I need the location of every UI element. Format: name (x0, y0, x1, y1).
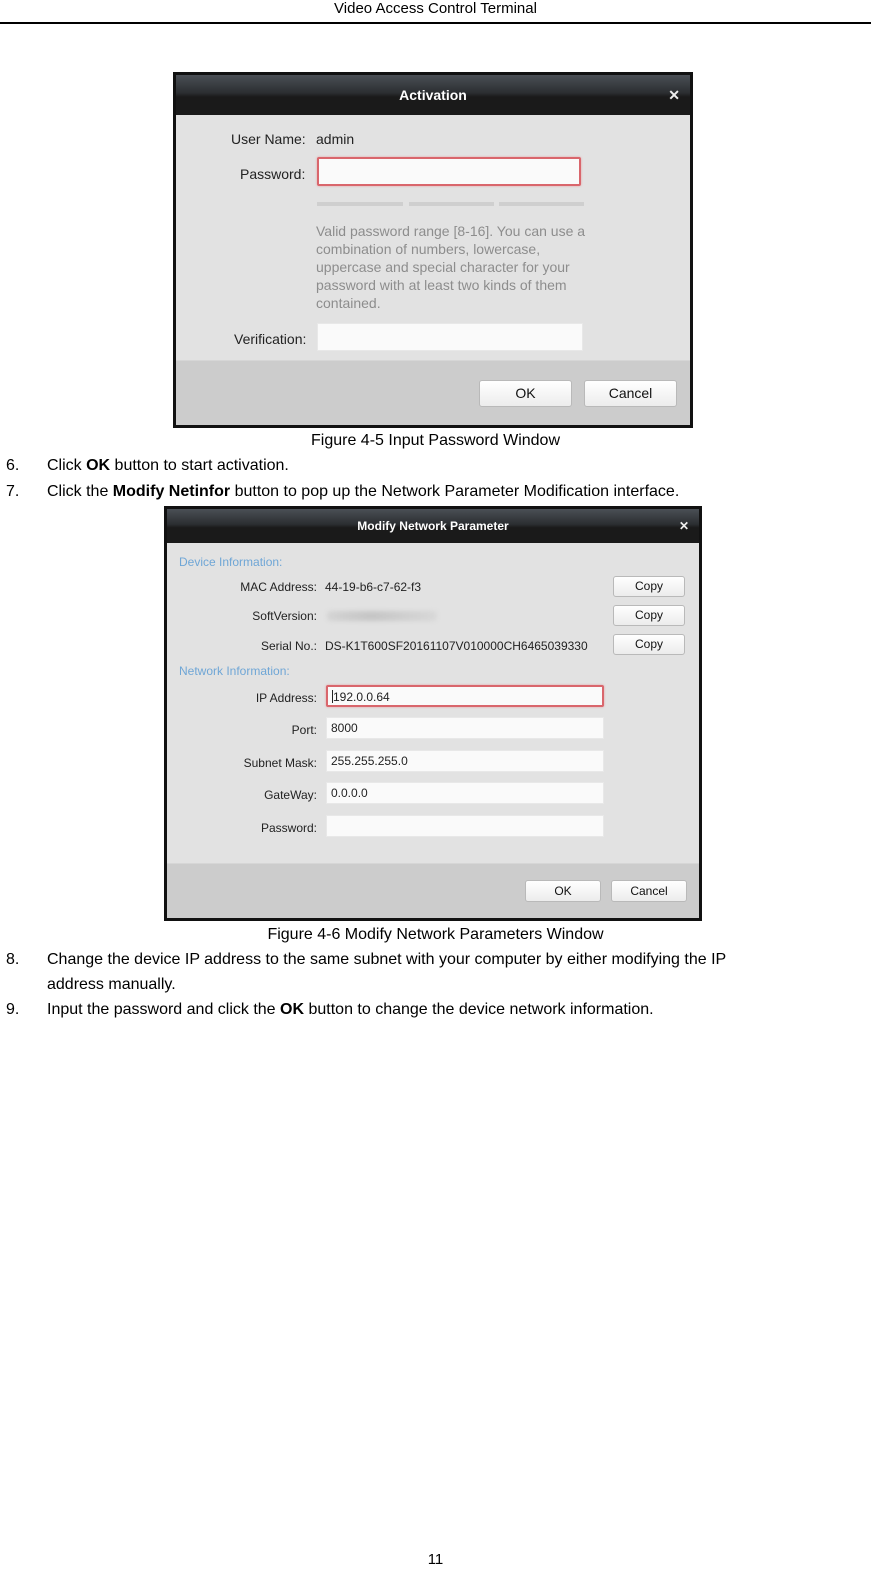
subnet-mask-input[interactable]: 255.255.255.0 (326, 750, 604, 772)
verification-input[interactable] (317, 323, 583, 351)
password-input[interactable] (317, 157, 581, 186)
step-number: 7. (6, 483, 20, 500)
dialog-title: Activation (399, 87, 467, 103)
ok-button[interactable]: OK (525, 880, 601, 902)
page-number: 11 (427, 1551, 444, 1568)
page-header: Video Access Control Terminal (0, 0, 871, 24)
serial-no-label: Serial No.: (260, 639, 317, 653)
document-title: Video Access Control Terminal (334, 0, 537, 17)
copy-mac-button[interactable]: Copy (613, 576, 685, 597)
copy-softversion-button[interactable]: Copy (613, 605, 685, 626)
serial-no-value: DS-K1T600SF20161107V010000CH6465039330 (325, 639, 588, 653)
ok-button[interactable]: OK (479, 380, 572, 407)
user-name-value: admin (316, 131, 355, 147)
ip-address-input[interactable]: 192.0.0.64 (326, 685, 604, 707)
network-information-heading: Network Information: (179, 664, 290, 678)
password-strength-bar-weak (317, 202, 403, 206)
password-hint: Valid password range [8-16]. You can use… (316, 223, 586, 311)
dialog-title: Modify Network Parameter (357, 519, 509, 533)
soft-version-value-redacted (327, 611, 437, 621)
gateway-input[interactable]: 0.0.0.0 (326, 782, 604, 804)
dialog-footer: OK Cancel (167, 863, 699, 918)
gateway-label: GateWay: (264, 788, 317, 802)
step-text: address manually. (47, 976, 176, 993)
password-strength-bar-medium (409, 202, 494, 206)
dialog-titlebar: Activation ✕ (176, 75, 690, 115)
verification-label: Verification: (234, 331, 307, 347)
device-information-heading: Device Information: (179, 555, 283, 569)
close-icon[interactable]: ✕ (668, 75, 680, 115)
modify-network-parameter-dialog: Modify Network Parameter ✕ Device Inform… (164, 506, 702, 921)
port-input[interactable]: 8000 (326, 717, 604, 739)
mac-address-label: MAC Address: (240, 580, 317, 594)
password-strength-bar-strong (499, 202, 584, 206)
figure-caption: Figure 4-6 Modify Network Parameters Win… (267, 926, 604, 943)
figure-caption: Figure 4-5 Input Password Window (311, 432, 560, 449)
soft-version-label: SoftVersion: (252, 609, 317, 623)
step-text: Input the password and click the OK butt… (47, 1001, 654, 1018)
step-text: Click the Modify Netinfor button to pop … (47, 483, 680, 500)
mac-address-value: 44-19-b6-c7-62-f3 (325, 580, 422, 594)
close-icon[interactable]: ✕ (679, 509, 689, 543)
activation-dialog: Activation ✕ User Name: admin Password: … (173, 72, 693, 428)
password-label: Password: (260, 821, 317, 835)
dialog-titlebar: Modify Network Parameter ✕ (167, 509, 699, 543)
port-label: Port: (291, 723, 317, 737)
step-number: 9. (6, 1001, 20, 1018)
step-number: 8. (6, 951, 20, 968)
password-label: Password: (240, 166, 306, 182)
copy-serial-button[interactable]: Copy (613, 634, 685, 655)
cancel-button[interactable]: Cancel (584, 380, 677, 407)
subnet-mask-label: Subnet Mask: (243, 756, 317, 770)
step-text: Click OK button to start activation. (47, 457, 289, 474)
ip-address-label: IP Address: (255, 691, 317, 705)
dialog-footer: OK Cancel (176, 360, 690, 425)
user-name-label: User Name: (231, 131, 306, 147)
cancel-button[interactable]: Cancel (611, 880, 687, 902)
step-text: Change the device IP address to the same… (47, 951, 727, 968)
step-number: 6. (6, 457, 20, 474)
password-input[interactable] (326, 815, 604, 837)
